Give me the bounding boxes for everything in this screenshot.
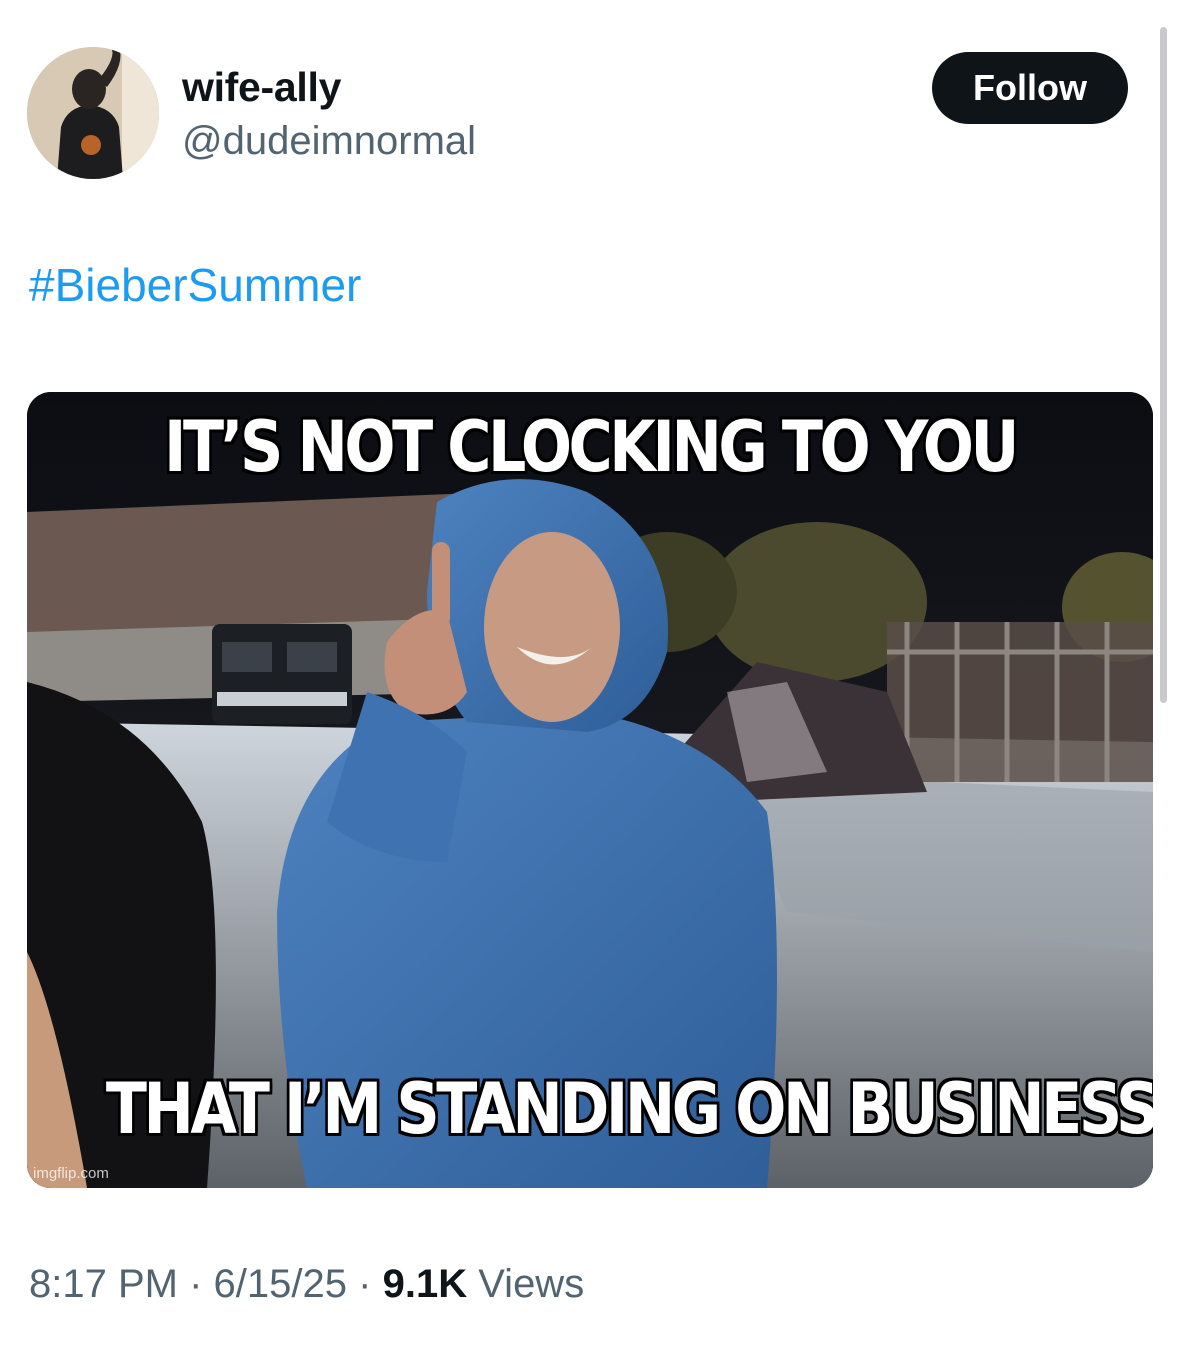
scrollbar[interactable] <box>1160 27 1167 703</box>
tweet-meta: 8:17 PM · 6/15/25 · 9.1K Views <box>29 1262 584 1307</box>
meme-top-caption: IT’S NOT CLOCKING TO YOU <box>164 406 1019 488</box>
avatar[interactable] <box>27 47 159 179</box>
tweet-time[interactable]: 8:17 PM <box>29 1262 178 1306</box>
views-label: Views <box>478 1262 585 1306</box>
views-count[interactable]: 9.1K <box>383 1262 468 1306</box>
meme-image[interactable]: IT’S NOT CLOCKING TO YOU THAT I’M STANDI… <box>27 392 1153 1188</box>
tweet-date[interactable]: 6/15/25 <box>214 1262 347 1306</box>
meme-watermark: imgflip.com <box>33 1165 109 1182</box>
meta-separator: · <box>189 1262 203 1306</box>
tweet-view: wife-ally @dudeimnormal Follow #BieberSu… <box>0 0 1179 1358</box>
meta-separator: · <box>358 1262 372 1306</box>
display-name[interactable]: wife-ally <box>182 64 341 111</box>
meme-bottom-caption: THAT I’M STANDING ON BUSINESS <box>105 1068 1153 1150</box>
hashtag-link[interactable]: #BieberSummer <box>29 258 361 312</box>
follow-button[interactable]: Follow <box>932 52 1128 124</box>
user-handle[interactable]: @dudeimnormal <box>182 119 476 164</box>
avatar-photo <box>27 47 159 179</box>
